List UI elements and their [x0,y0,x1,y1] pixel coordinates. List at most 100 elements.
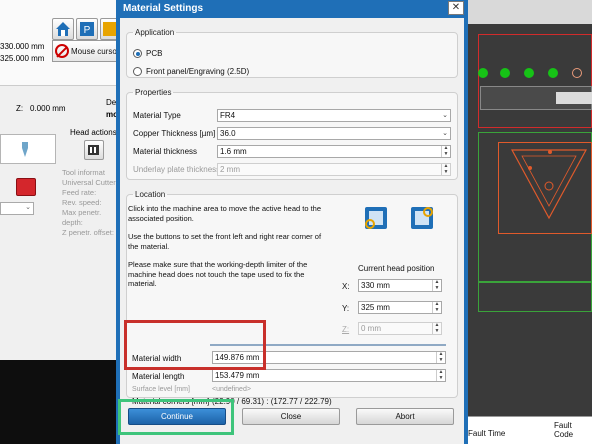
drill-icon [22,142,28,157]
spinner-arrows-icon[interactable]: ▲ ▼ [432,279,441,291]
copper-thickness-value: 36.0 [220,129,236,138]
spinner-arrows-icon[interactable]: ▲ ▼ [436,369,445,381]
home-icon [56,22,70,36]
material-thickness-label: Material thickness [133,147,198,156]
stop-button[interactable] [16,178,36,196]
mouse-cursor-button[interactable]: Mouse cursor [52,40,118,62]
z-axis-label: Z: [342,325,350,334]
fault-table-header: Fault Time Fault Code [466,416,592,444]
radio-front-panel-label: Front panel/Engraving (2.5D) [146,67,250,76]
status-dot [548,68,558,78]
park-button[interactable]: P [76,18,98,40]
status-dot [478,68,488,78]
radio-pcb[interactable]: PCB [133,49,162,58]
highlight-material-dimensions [124,320,266,370]
coord-x-readout: 330.000 mm [0,42,45,51]
spinner-arrows-icon[interactable]: ▲ ▼ [436,351,445,363]
x-position-value: 330 mm [361,281,390,290]
application-legend: Application [135,28,175,37]
no-mouse-icon [55,44,69,58]
pcb-layout-drawing [510,149,588,220]
instruction-text-1: Click into the machine area to move the … [128,204,322,223]
machine-area-outline [478,34,592,128]
underlay-label: Underlay plate thickness [133,165,221,174]
location-legend: Location [135,190,166,199]
set-front-left-corner-button[interactable] [364,206,388,230]
lower-outline [478,282,592,312]
status-dot [524,68,534,78]
machine-view-toolbar [466,0,592,24]
dialog-title: Material Settings [123,3,204,14]
spinner-arrows-icon[interactable]: ▲ ▼ [441,145,450,157]
material-thickness-spinner[interactable]: 1.6 mm ▲ ▼ [217,145,451,158]
material-length-value: 153.479 mm [215,371,260,380]
chevron-down-icon: ⌄ [442,130,448,137]
chevron-down-icon: ⌄ [442,112,448,119]
z-position-spinner: 0 mm ▲ ▼ [358,322,442,335]
material-settings-dialog: Material Settings ✕ Application PCB Fron… [116,0,468,444]
head-panel [0,134,56,164]
svg-text:P: P [84,25,91,36]
tool-info-block: Tool informat Universal Cutter Feed rate… [62,168,118,238]
material-type-select[interactable]: FR4 ⌄ [217,109,451,122]
spinner-arrows-icon[interactable]: ▲ ▼ [432,301,441,313]
x-position-spinner[interactable]: 330 mm ▲ ▼ [358,279,442,292]
properties-group: Properties Material Type FR4 ⌄ Copper Th… [126,88,458,180]
surface-level-value: <undefined> [212,386,251,393]
radio-front-panel[interactable]: Front panel/Engraving (2.5D) [133,67,249,76]
spinner-arrows-icon: ▲ ▼ [441,163,450,175]
surface-level-label: Surface level [mm] [132,386,190,393]
status-dot [572,68,582,78]
material-length-spinner[interactable]: 153.479 mm ▲ ▼ [212,369,446,382]
radio-unselected-icon [133,67,142,76]
application-group: Application PCB Front panel/Engraving (2… [126,28,458,78]
copper-thickness-select[interactable]: 36.0 ⌄ [217,127,451,140]
material-type-value: FR4 [220,111,236,120]
background-left-panel: 330.000 mm 325.000 mm P Mouse cursor Z: … [0,0,122,360]
dialog-client: Application PCB Front panel/Engraving (2… [120,18,464,444]
fault-time-header: Fault Time [468,429,506,438]
close-icon[interactable]: ✕ [448,1,464,15]
machine-panel-bar [556,92,592,104]
status-dot [500,68,510,78]
tool-info-name: Universal Cutter [62,178,116,187]
x-axis-label: X: [342,282,350,291]
tool-combo[interactable]: ⌄ [0,202,34,215]
home-button[interactable] [52,18,74,40]
dialog-titlebar: Material Settings ✕ [116,0,468,18]
properties-legend: Properties [135,88,172,97]
head-actions-label: Head actions [70,128,117,137]
front-left-corner-icon [365,207,387,229]
y-axis-label: Y: [342,304,350,313]
material-type-label: Material Type [133,111,181,120]
tool-info-rev: Rev. speed: [62,198,102,207]
y-position-spinner[interactable]: 325 mm ▲ ▼ [358,301,442,314]
radio-selected-icon [133,49,142,58]
close-button[interactable]: Close [242,408,340,425]
radio-pcb-label: PCB [146,49,163,58]
tool-info-feed: Feed rate: [62,188,97,197]
tool-info-depth: Max penetr. depth: [62,208,102,227]
head-action-icon [88,145,99,155]
tool-info-offset: Z penetr. offset: [62,228,114,237]
spinner-arrows-icon: ▲ ▼ [432,322,441,334]
park-icon: P [80,22,94,36]
material-thickness-value: 1.6 mm [220,147,247,156]
current-head-position-label: Current head position [358,264,435,273]
copper-thickness-label: Copper Thickness [µm] [133,129,216,138]
head-action-button[interactable] [84,140,104,160]
material-length-label: Material length [132,372,185,381]
fault-code-header: Fault Code [554,421,574,439]
tool-info-title: Tool informat [62,168,105,177]
rear-right-corner-icon [411,207,433,229]
background-dark-area [0,360,118,444]
set-rear-right-corner-button[interactable] [410,206,434,230]
instruction-text-2: Use the buttons to set the front left an… [128,232,322,251]
coord-y-readout: 325.000 mm [0,54,45,63]
abort-button[interactable]: Abort [356,408,454,425]
z-position-value: 0 mm [361,324,381,333]
underlay-value: 2 mm [220,165,240,174]
highlight-continue-button [118,399,234,435]
y-position-value: 325 mm [361,303,390,312]
z-label: Z: [16,104,24,113]
